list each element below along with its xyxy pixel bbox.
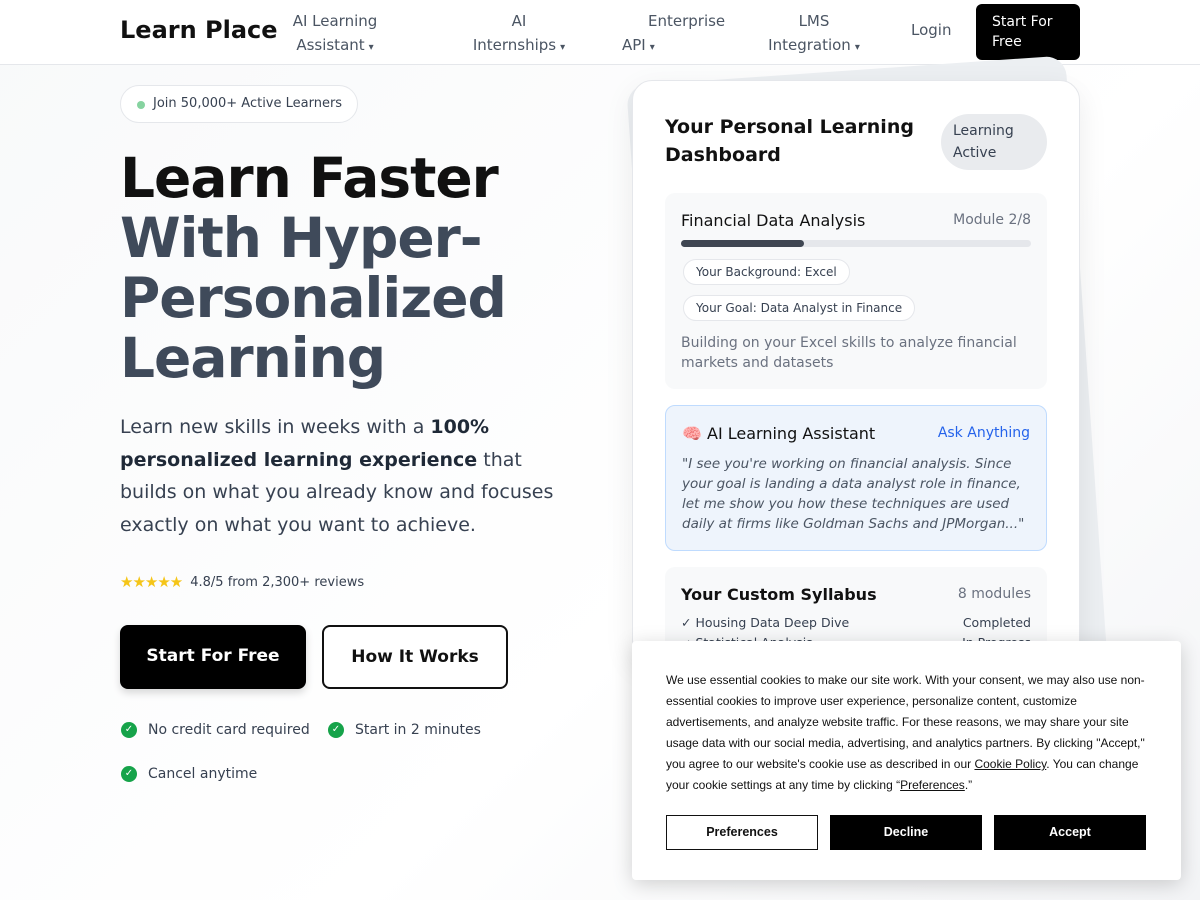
- syllabus-row-name: ✓ Housing Data Deep Dive: [681, 615, 850, 630]
- ask-anything-link[interactable]: Ask Anything: [938, 425, 1030, 441]
- perk-label: Start in 2 minutes: [355, 722, 481, 738]
- preferences-button[interactable]: Preferences: [666, 815, 818, 850]
- syllabus-title: Your Custom Syllabus: [681, 585, 877, 604]
- start-for-free-button[interactable]: Start For Free: [120, 625, 306, 689]
- background-tag: Your Background: Excel: [683, 259, 850, 285]
- ai-assistant-quote: "I see you're working on financial analy…: [682, 456, 1025, 532]
- nav-item-label: Integration: [768, 36, 851, 54]
- ai-assistant-panel: 🧠 AI Learning Assistant Ask Anything "I …: [665, 405, 1047, 551]
- module-name: Financial Data Analysis: [681, 211, 866, 230]
- ai-assistant-title: 🧠 AI Learning Assistant: [682, 424, 875, 443]
- headline-line-4: Learning: [120, 326, 386, 390]
- chevron-down-icon: ▾: [649, 42, 655, 53]
- subtext-part-1: Learn new skills in weeks with a: [120, 416, 431, 438]
- headline-line-1: Learn Faster: [120, 146, 499, 210]
- preferences-link[interactable]: Preferences: [900, 778, 965, 792]
- syllabus-row-status: Completed: [962, 615, 1031, 630]
- headline-line-3: Personalized: [120, 266, 507, 330]
- login-link[interactable]: Login: [911, 21, 951, 39]
- check-circle-icon: ✓: [121, 766, 137, 782]
- cookie-text-part: .”: [964, 778, 973, 792]
- nav-item-ai-learning-assistant[interactable]: AI Learning Assistant ▾: [285, 9, 385, 60]
- badge-label: Join 50,000+ Active Learners: [153, 96, 343, 111]
- rating-text: 4.8/5 from 2,300+ reviews: [190, 574, 365, 590]
- top-nav: Learn Place AI Learning Assistant ▾ AI In…: [0, 0, 1200, 65]
- learners-badge: Join 50,000+ Active Learners: [120, 85, 358, 123]
- cookie-consent-banner: We use essential cookies to make our sit…: [632, 641, 1181, 880]
- nav-item-label: LMS: [798, 12, 830, 30]
- how-it-works-button[interactable]: How It Works: [322, 625, 508, 689]
- status-dot-icon: [137, 101, 145, 109]
- perk-label: Cancel anytime: [148, 766, 258, 782]
- module-progress-fill: [681, 240, 804, 247]
- nav-item-label: AI Learning: [292, 12, 378, 30]
- ai-assistant-label: AI Learning Assistant: [707, 424, 876, 443]
- perk-start-quickly: ✓ Start in 2 minutes: [328, 722, 481, 738]
- decline-button[interactable]: Decline: [830, 815, 982, 850]
- syllabus-row: ✓ Housing Data Deep Dive Completed: [681, 615, 1031, 630]
- rating: ★★★★★ 4.8/5 from 2,300+ reviews: [120, 573, 364, 591]
- perk-cancel-anytime: ✓ Cancel anytime: [121, 766, 257, 782]
- logo[interactable]: Learn Place: [120, 16, 278, 44]
- chevron-down-icon: ▾: [368, 42, 374, 53]
- check-circle-icon: ✓: [328, 722, 344, 738]
- nav-item-label: Enterprise: [648, 12, 726, 30]
- nav-item-label: Assistant: [296, 36, 365, 54]
- status-badge: Learning Active: [941, 114, 1047, 170]
- perk-label: No credit card required: [148, 722, 310, 738]
- check-circle-icon: ✓: [121, 722, 137, 738]
- dashboard-card: Your Personal Learning Dashboard Learnin…: [632, 80, 1080, 660]
- module-description: Building on your Excel skills to analyze…: [681, 335, 1017, 371]
- accept-button[interactable]: Accept: [994, 815, 1146, 850]
- hero-subtext: Learn new skills in weeks with a 100% pe…: [120, 411, 570, 541]
- nav-item-ai-internships[interactable]: AI Internships ▾: [472, 9, 566, 60]
- nav-item-lms-integration[interactable]: LMS Integration ▾: [766, 9, 862, 60]
- nav-item-enterprise-api[interactable]: Enterprise API ▾: [620, 9, 726, 60]
- hero-headline: Learn Faster With Hyper- Personalized Le…: [120, 148, 600, 388]
- chevron-down-icon: ▾: [854, 42, 860, 53]
- chevron-down-icon: ▾: [560, 42, 566, 53]
- goal-tag: Your Goal: Data Analyst in Finance: [683, 295, 916, 321]
- module-count: Module 2/8: [953, 212, 1031, 228]
- syllabus-count: 8 modules: [957, 586, 1031, 602]
- nav-item-label: Internships: [472, 36, 557, 54]
- current-module: Financial Data Analysis Module 2/8 Your …: [665, 193, 1047, 389]
- nav-start-free-button[interactable]: Start For Free: [976, 4, 1080, 60]
- star-rating-icon: ★★★★★: [120, 573, 183, 591]
- module-progress-bar: [681, 240, 1031, 247]
- cookie-policy-link[interactable]: Cookie Policy: [974, 757, 1046, 771]
- perk-no-credit-card: ✓ No credit card required: [121, 722, 310, 738]
- brain-icon: 🧠: [682, 424, 702, 443]
- cookie-text: We use essential cookies to make our sit…: [666, 670, 1150, 796]
- nav-item-label: API: [622, 36, 646, 54]
- dashboard-title: Your Personal Learning Dashboard: [665, 116, 914, 166]
- headline-line-2: With Hyper-: [120, 206, 483, 270]
- nav-item-label: AI: [511, 12, 527, 30]
